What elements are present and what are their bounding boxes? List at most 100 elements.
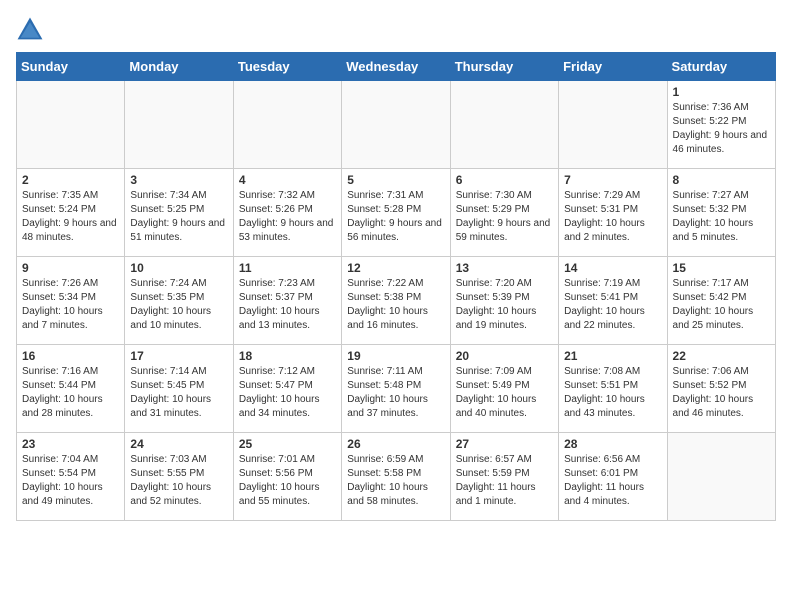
calendar-cell: 13 Sunrise: 7:20 AM Sunset: 5:39 PM Dayli… — [450, 257, 558, 345]
day-info: Sunrise: 6:59 AM Sunset: 5:58 PM Dayligh… — [347, 453, 444, 509]
calendar-cell: 7 Sunrise: 7:29 AM Sunset: 5:31 PM Daylig… — [559, 169, 667, 257]
day-number: 21 — [564, 349, 661, 363]
day-number: 8 — [673, 173, 770, 187]
day-header-monday: Monday — [125, 53, 233, 81]
day-info: Sunrise: 7:31 AM Sunset: 5:28 PM Dayligh… — [347, 189, 444, 245]
day-header-wednesday: Wednesday — [342, 53, 450, 81]
day-number: 12 — [347, 261, 444, 275]
calendar-cell: 12 Sunrise: 7:22 AM Sunset: 5:38 PM Dayli… — [342, 257, 450, 345]
day-number: 24 — [130, 437, 227, 451]
day-header-friday: Friday — [559, 53, 667, 81]
day-number: 13 — [456, 261, 553, 275]
day-info: Sunrise: 7:35 AM Sunset: 5:24 PM Dayligh… — [22, 189, 119, 245]
day-info: Sunrise: 7:16 AM Sunset: 5:44 PM Dayligh… — [22, 365, 119, 421]
calendar-cell: 25 Sunrise: 7:01 AM Sunset: 5:56 PM Dayli… — [233, 433, 341, 521]
calendar-cell: 18 Sunrise: 7:12 AM Sunset: 5:47 PM Dayli… — [233, 345, 341, 433]
day-number: 5 — [347, 173, 444, 187]
day-number: 18 — [239, 349, 336, 363]
day-info: Sunrise: 7:08 AM Sunset: 5:51 PM Dayligh… — [564, 365, 661, 421]
calendar-week-3: 9 Sunrise: 7:26 AM Sunset: 5:34 PM Daylig… — [17, 257, 776, 345]
day-number: 10 — [130, 261, 227, 275]
day-number: 28 — [564, 437, 661, 451]
calendar-cell: 10 Sunrise: 7:24 AM Sunset: 5:35 PM Dayli… — [125, 257, 233, 345]
calendar-cell — [17, 81, 125, 169]
day-info: Sunrise: 7:03 AM Sunset: 5:55 PM Dayligh… — [130, 453, 227, 509]
day-info: Sunrise: 7:32 AM Sunset: 5:26 PM Dayligh… — [239, 189, 336, 245]
day-number: 7 — [564, 173, 661, 187]
day-number: 9 — [22, 261, 119, 275]
day-header-saturday: Saturday — [667, 53, 775, 81]
day-number: 4 — [239, 173, 336, 187]
day-info: Sunrise: 7:12 AM Sunset: 5:47 PM Dayligh… — [239, 365, 336, 421]
day-number: 25 — [239, 437, 336, 451]
day-info: Sunrise: 7:24 AM Sunset: 5:35 PM Dayligh… — [130, 277, 227, 333]
day-info: Sunrise: 7:34 AM Sunset: 5:25 PM Dayligh… — [130, 189, 227, 245]
day-info: Sunrise: 7:30 AM Sunset: 5:29 PM Dayligh… — [456, 189, 553, 245]
day-info: Sunrise: 6:56 AM Sunset: 6:01 PM Dayligh… — [564, 453, 661, 509]
calendar-cell — [559, 81, 667, 169]
calendar-cell: 28 Sunrise: 6:56 AM Sunset: 6:01 PM Dayli… — [559, 433, 667, 521]
calendar-cell: 23 Sunrise: 7:04 AM Sunset: 5:54 PM Dayli… — [17, 433, 125, 521]
calendar-cell: 24 Sunrise: 7:03 AM Sunset: 5:55 PM Dayli… — [125, 433, 233, 521]
calendar-cell: 1 Sunrise: 7:36 AM Sunset: 5:22 PM Daylig… — [667, 81, 775, 169]
day-info: Sunrise: 7:19 AM Sunset: 5:41 PM Dayligh… — [564, 277, 661, 333]
day-info: Sunrise: 7:09 AM Sunset: 5:49 PM Dayligh… — [456, 365, 553, 421]
calendar-cell — [342, 81, 450, 169]
day-number: 2 — [22, 173, 119, 187]
day-info: Sunrise: 7:17 AM Sunset: 5:42 PM Dayligh… — [673, 277, 770, 333]
day-number: 20 — [456, 349, 553, 363]
calendar-table: SundayMondayTuesdayWednesdayThursdayFrid… — [16, 52, 776, 521]
day-number: 17 — [130, 349, 227, 363]
calendar-cell — [233, 81, 341, 169]
calendar-week-4: 16 Sunrise: 7:16 AM Sunset: 5:44 PM Dayli… — [17, 345, 776, 433]
day-number: 3 — [130, 173, 227, 187]
calendar-week-1: 1 Sunrise: 7:36 AM Sunset: 5:22 PM Daylig… — [17, 81, 776, 169]
day-number: 26 — [347, 437, 444, 451]
calendar-cell: 6 Sunrise: 7:30 AM Sunset: 5:29 PM Daylig… — [450, 169, 558, 257]
day-number: 16 — [22, 349, 119, 363]
calendar-cell: 2 Sunrise: 7:35 AM Sunset: 5:24 PM Daylig… — [17, 169, 125, 257]
day-number: 19 — [347, 349, 444, 363]
day-header-thursday: Thursday — [450, 53, 558, 81]
day-info: Sunrise: 7:04 AM Sunset: 5:54 PM Dayligh… — [22, 453, 119, 509]
calendar-cell: 9 Sunrise: 7:26 AM Sunset: 5:34 PM Daylig… — [17, 257, 125, 345]
day-number: 1 — [673, 85, 770, 99]
day-info: Sunrise: 7:29 AM Sunset: 5:31 PM Dayligh… — [564, 189, 661, 245]
calendar-cell — [125, 81, 233, 169]
calendar-cell: 27 Sunrise: 6:57 AM Sunset: 5:59 PM Dayli… — [450, 433, 558, 521]
day-header-tuesday: Tuesday — [233, 53, 341, 81]
day-number: 23 — [22, 437, 119, 451]
calendar-cell: 19 Sunrise: 7:11 AM Sunset: 5:48 PM Dayli… — [342, 345, 450, 433]
calendar-cell: 4 Sunrise: 7:32 AM Sunset: 5:26 PM Daylig… — [233, 169, 341, 257]
day-number: 27 — [456, 437, 553, 451]
day-header-sunday: Sunday — [17, 53, 125, 81]
day-info: Sunrise: 7:11 AM Sunset: 5:48 PM Dayligh… — [347, 365, 444, 421]
calendar-cell: 3 Sunrise: 7:34 AM Sunset: 5:25 PM Daylig… — [125, 169, 233, 257]
calendar-week-2: 2 Sunrise: 7:35 AM Sunset: 5:24 PM Daylig… — [17, 169, 776, 257]
page-header — [16, 16, 776, 44]
calendar-cell: 21 Sunrise: 7:08 AM Sunset: 5:51 PM Dayli… — [559, 345, 667, 433]
calendar-body: 1 Sunrise: 7:36 AM Sunset: 5:22 PM Daylig… — [17, 81, 776, 521]
day-number: 22 — [673, 349, 770, 363]
day-number: 14 — [564, 261, 661, 275]
calendar-cell: 26 Sunrise: 6:59 AM Sunset: 5:58 PM Dayli… — [342, 433, 450, 521]
calendar-cell: 15Sunrise: 7:17 AM Sunset: 5:42 PM Dayli… — [667, 257, 775, 345]
calendar-cell: 16 Sunrise: 7:16 AM Sunset: 5:44 PM Dayli… — [17, 345, 125, 433]
calendar-cell — [667, 433, 775, 521]
day-info: Sunrise: 7:06 AM Sunset: 5:52 PM Dayligh… — [673, 365, 770, 421]
calendar-cell: 22 Sunrise: 7:06 AM Sunset: 5:52 PM Dayli… — [667, 345, 775, 433]
calendar-cell — [450, 81, 558, 169]
day-info: Sunrise: 7:14 AM Sunset: 5:45 PM Dayligh… — [130, 365, 227, 421]
day-number: 11 — [239, 261, 336, 275]
calendar-header-row: SundayMondayTuesdayWednesdayThursdayFrid… — [17, 53, 776, 81]
day-info: Sunrise: 7:26 AM Sunset: 5:34 PM Dayligh… — [22, 277, 119, 333]
calendar-cell: 5 Sunrise: 7:31 AM Sunset: 5:28 PM Daylig… — [342, 169, 450, 257]
day-info: Sunrise: 6:57 AM Sunset: 5:59 PM Dayligh… — [456, 453, 553, 509]
day-info: Sunrise: 7:22 AM Sunset: 5:38 PM Dayligh… — [347, 277, 444, 333]
day-info: Sunrise: 7:01 AM Sunset: 5:56 PM Dayligh… — [239, 453, 336, 509]
day-info: Sunrise: 7:36 AM Sunset: 5:22 PM Dayligh… — [673, 101, 770, 157]
calendar-cell: 17 Sunrise: 7:14 AM Sunset: 5:45 PM Dayli… — [125, 345, 233, 433]
day-info: Sunrise: 7:20 AM Sunset: 5:39 PM Dayligh… — [456, 277, 553, 333]
day-number: 6 — [456, 173, 553, 187]
day-info: Sunrise: 7:23 AM Sunset: 5:37 PM Dayligh… — [239, 277, 336, 333]
